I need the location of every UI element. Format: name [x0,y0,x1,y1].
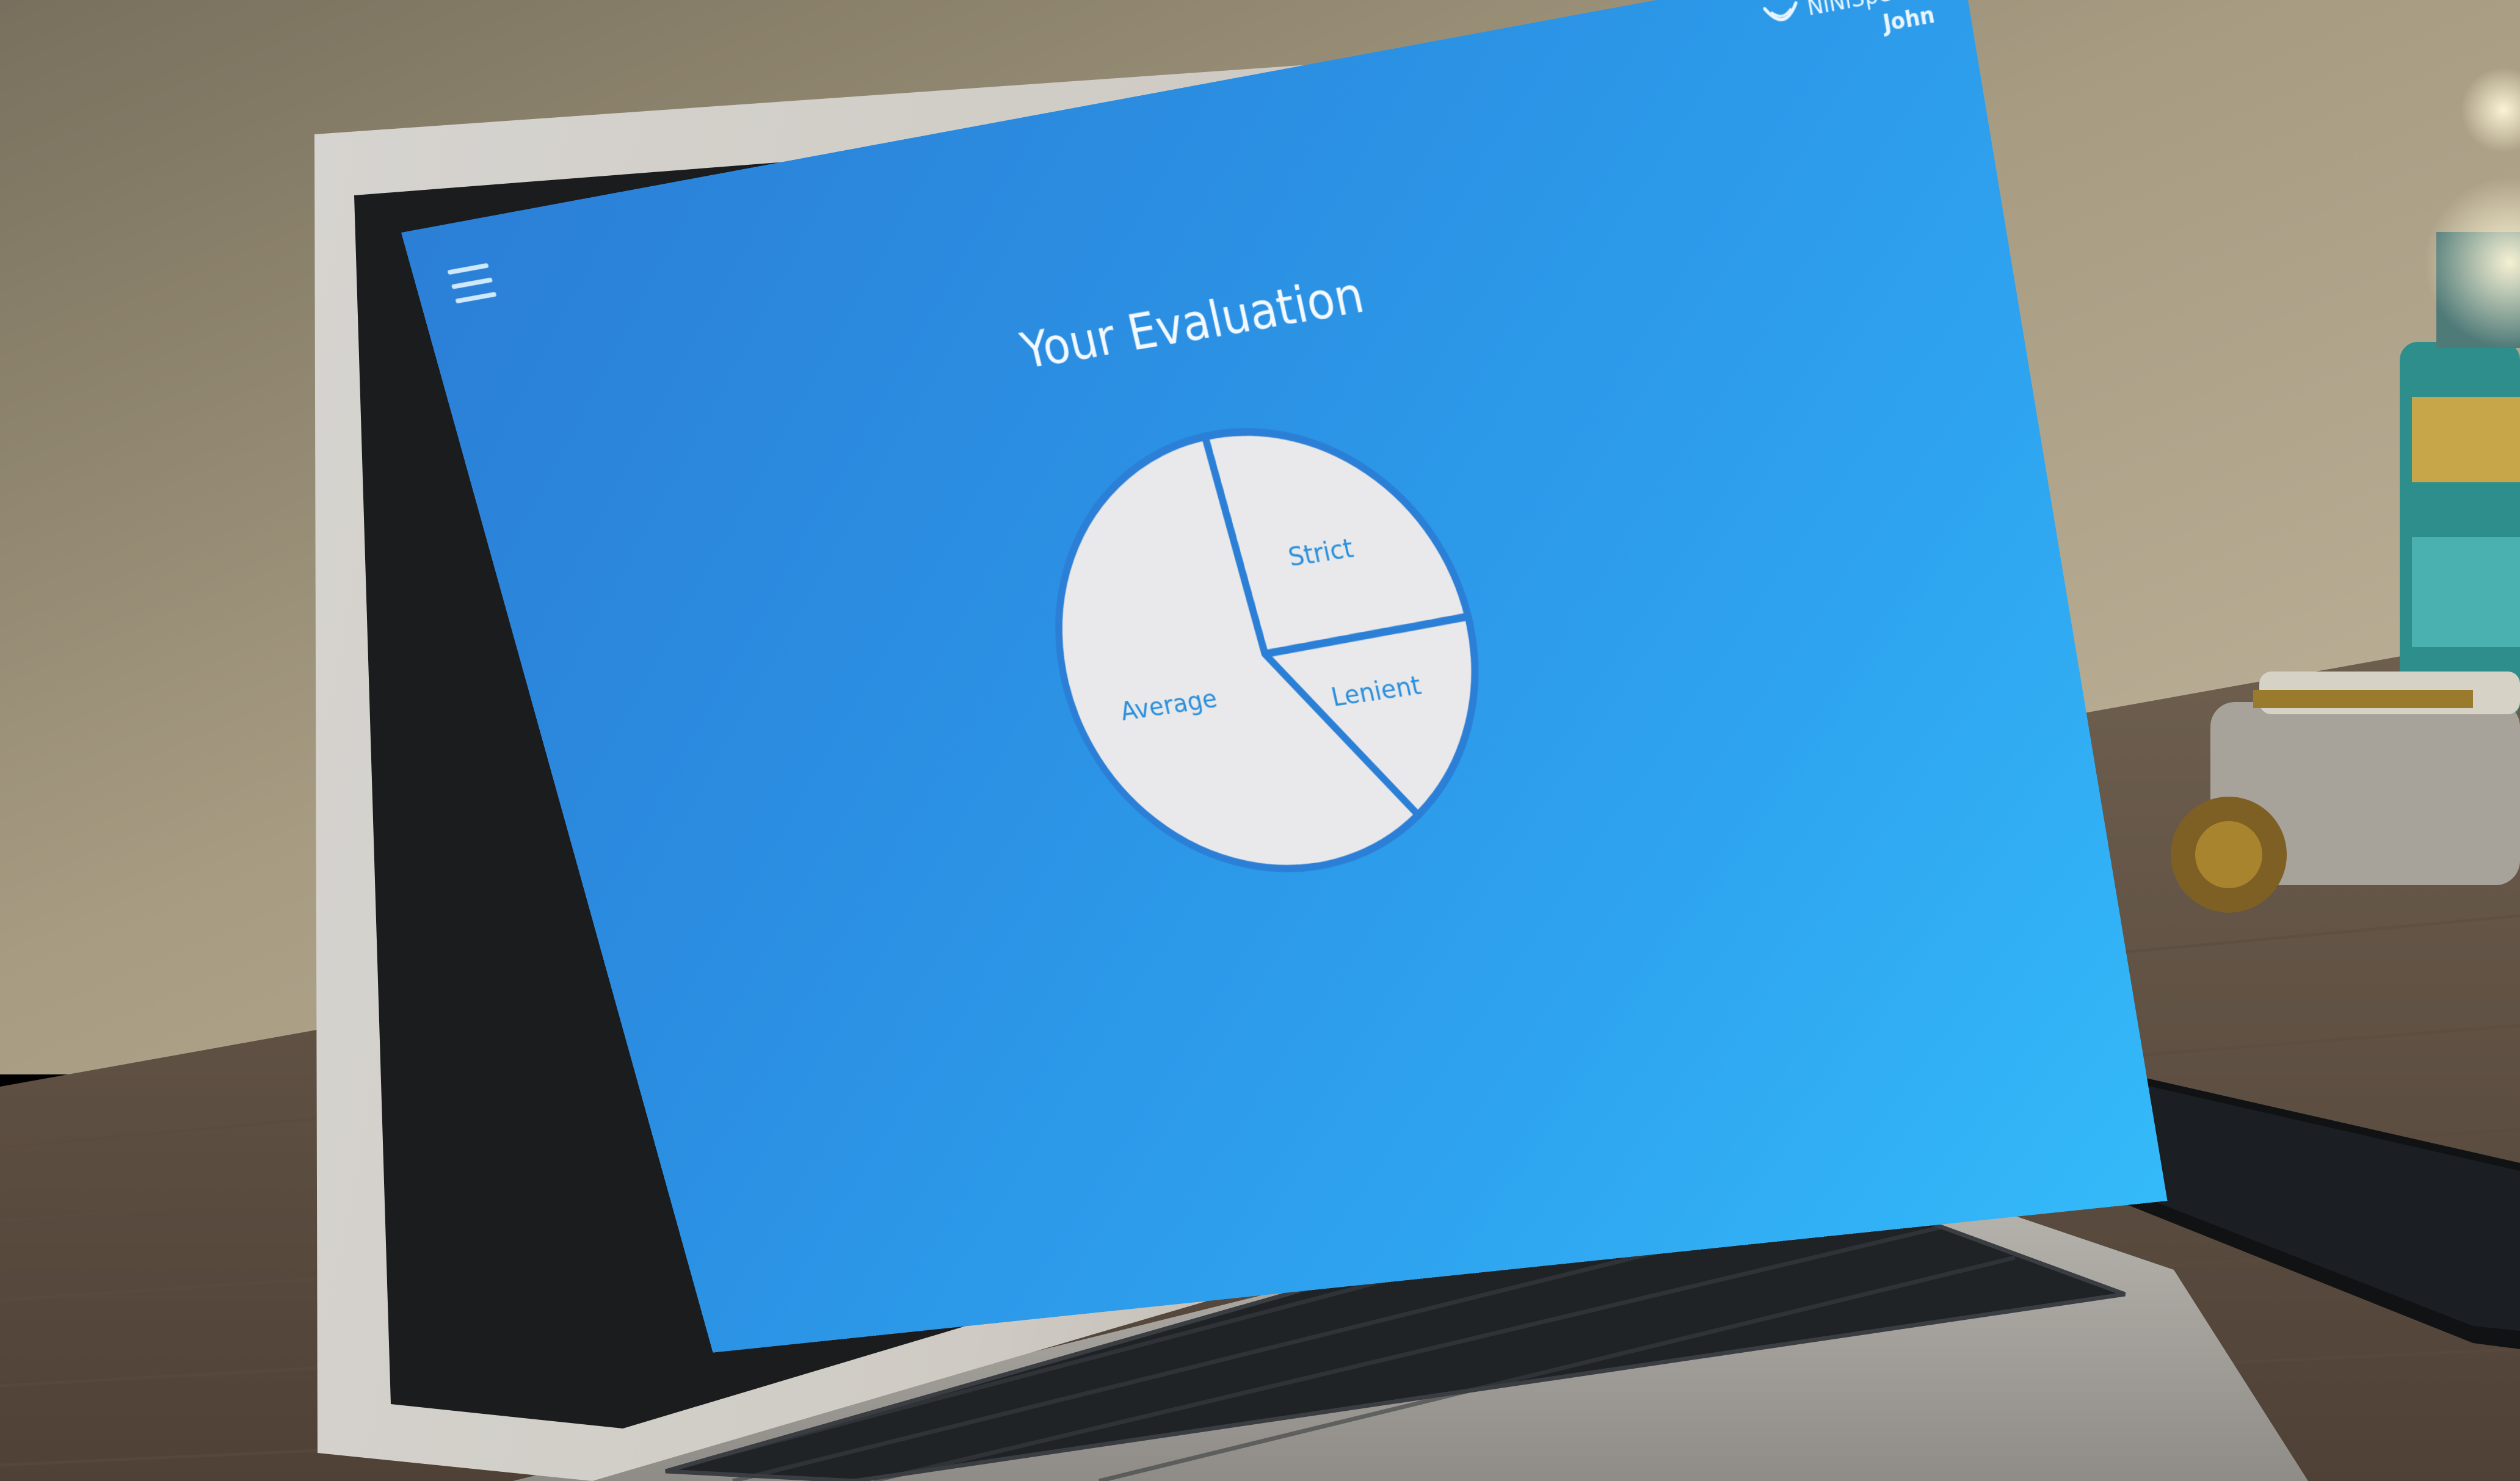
scene: NiNiSpeech John Your Evaluation StrictLe… [0,0,2520,1481]
smile-logo-icon [1762,0,1802,29]
hamburger-menu-icon [455,292,496,303]
menu-button[interactable] [447,263,496,304]
brass-toy-decoration [2171,672,2520,913]
brand-block: NiNiSpeech John [1762,0,1937,58]
hamburger-menu-icon [451,277,493,289]
hamburger-menu-icon [447,263,488,275]
app-screen: NiNiSpeech John Your Evaluation StrictLe… [401,0,2168,1353]
evaluation-pie-chart: StrictLenientAverage [1005,392,1523,901]
